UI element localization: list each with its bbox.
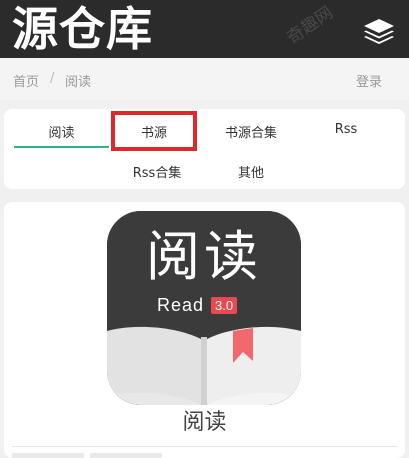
site-header: 源仓库 奇趣网 (0, 0, 409, 58)
active-tab-indicator (14, 146, 109, 148)
divider (12, 446, 397, 447)
version-badge: 3.0 (211, 297, 238, 314)
layers-icon[interactable] (362, 14, 396, 48)
action-button-partial[interactable] (12, 453, 84, 458)
breadcrumb-current: 阅读 (65, 75, 92, 90)
highlight-box (111, 111, 197, 151)
tab-rss[interactable]: Rss (316, 122, 376, 137)
app-name[interactable]: 阅读 (0, 404, 409, 436)
breadcrumb: 首页 / 阅读 登录 (0, 58, 409, 100)
login-link[interactable]: 登录 (356, 71, 382, 90)
category-tabs (4, 109, 405, 189)
tab-reading[interactable]: 阅读 (14, 122, 109, 141)
site-title[interactable]: 源仓库 (12, 3, 153, 55)
icon-title: 阅读 (146, 225, 262, 288)
breadcrumb-separator: / (50, 71, 55, 86)
breadcrumb-home[interactable]: 首页 (13, 71, 39, 90)
action-button-partial-2[interactable] (90, 453, 162, 458)
tab-other[interactable]: 其他 (222, 162, 280, 181)
app-icon[interactable]: 阅读 Read 3.0 (107, 211, 301, 405)
tab-book-source-collections[interactable]: 书源合集 (205, 122, 297, 141)
tab-rss-collections[interactable]: Rss合集 (112, 162, 202, 181)
icon-subtitle: Read (157, 295, 205, 315)
